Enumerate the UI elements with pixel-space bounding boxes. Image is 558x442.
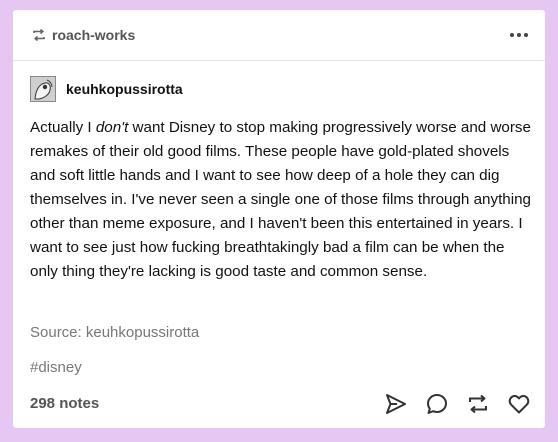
share-icon xyxy=(386,394,406,414)
notes-count[interactable]: 298 notes xyxy=(30,395,99,412)
reply-icon xyxy=(427,394,447,414)
more-options-icon xyxy=(510,33,528,37)
reblog-button[interactable] xyxy=(465,391,491,417)
avatar[interactable] xyxy=(30,76,56,102)
share-button[interactable] xyxy=(383,391,409,417)
like-icon xyxy=(508,395,530,414)
post-source[interactable]: Source: keuhkopussirotta xyxy=(30,324,199,341)
post-body: Actually I don't want Disney to stop mak… xyxy=(30,116,535,284)
reblog-icon xyxy=(469,394,487,414)
post-body-part-2: want Disney to stop making progressively… xyxy=(30,119,532,280)
post-body-emphasis: don't xyxy=(95,119,129,136)
more-options-button[interactable] xyxy=(507,24,531,46)
post-tag[interactable]: #disney xyxy=(30,359,82,376)
post-actions xyxy=(368,391,532,417)
post-body-part-1: Actually I xyxy=(30,119,96,136)
post-header: roach-works xyxy=(13,10,545,61)
reply-button[interactable] xyxy=(424,391,450,417)
author-name[interactable]: keuhkopussirotta xyxy=(66,81,183,97)
reblogged-from-blog-name[interactable]: roach-works xyxy=(52,27,135,43)
post-author-row: keuhkopussirotta xyxy=(30,76,183,102)
reblog-icon xyxy=(31,27,47,43)
like-button[interactable] xyxy=(506,391,532,417)
post-card: roach-works keuhkopussirotta Actually I … xyxy=(13,10,545,428)
